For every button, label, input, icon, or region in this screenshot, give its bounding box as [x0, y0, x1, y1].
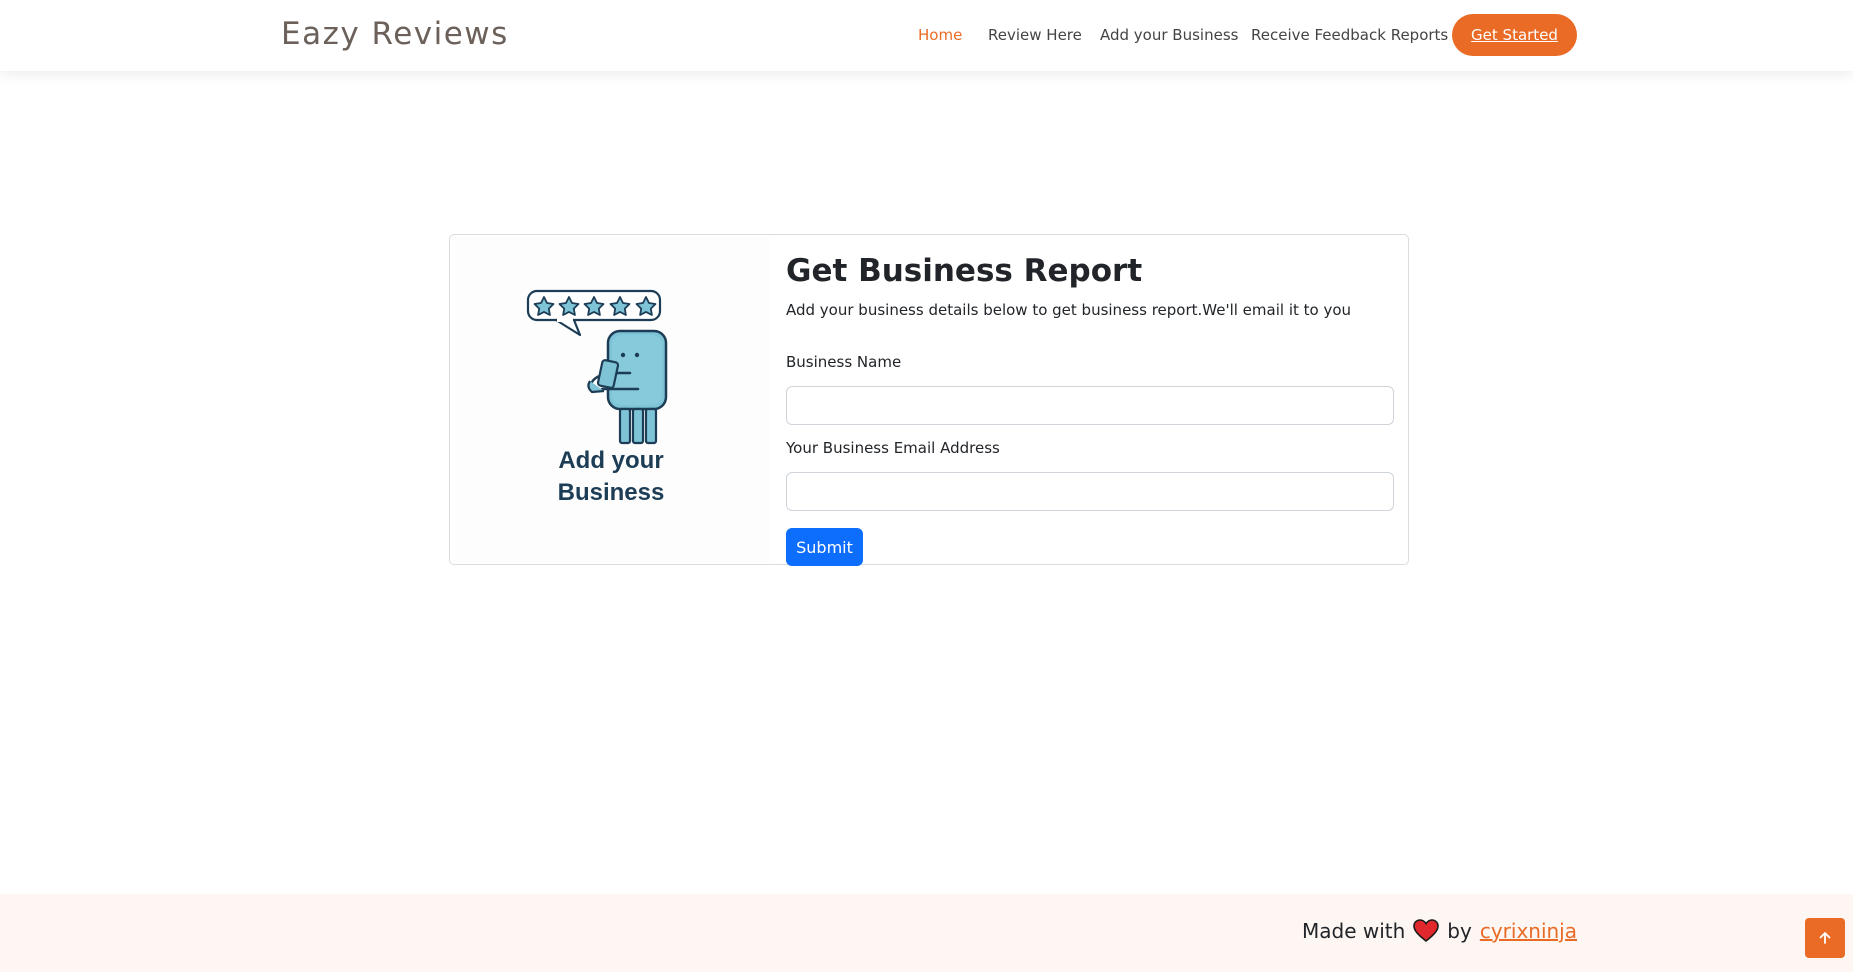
footer-credit: Made with by cyrixninja	[1302, 919, 1577, 943]
illustration-text-line-2: Business	[557, 479, 665, 506]
illustration-text-line-1: Add your	[558, 447, 664, 474]
heart-icon	[1413, 919, 1440, 943]
site-header: Eazy Reviews Home Review Here Add your B…	[0, 0, 1853, 71]
brand-logo[interactable]: Eazy Reviews	[281, 16, 509, 52]
report-form: Get Business Report Add your business de…	[786, 251, 1396, 566]
nav-feedback-reports[interactable]: Receive Feedback Reports	[1251, 26, 1448, 44]
back-to-top-button[interactable]	[1805, 918, 1845, 958]
form-description: Add your business details below to get b…	[786, 301, 1352, 319]
site-footer: Made with by cyrixninja	[0, 894, 1853, 972]
by-text: by	[1447, 919, 1472, 943]
business-email-input[interactable]	[786, 472, 1394, 511]
form-title: Get Business Report	[786, 253, 1143, 289]
arrow-up-icon	[1819, 932, 1831, 944]
nav-add-business[interactable]: Add your Business	[1100, 26, 1238, 44]
add-business-illustration: Add your Business	[452, 237, 770, 562]
business-name-label: Business Name	[786, 353, 902, 371]
nav-home[interactable]: Home	[918, 26, 962, 44]
nav-review-here[interactable]: Review Here	[988, 26, 1082, 44]
business-name-input[interactable]	[786, 386, 1394, 425]
business-email-label: Your Business Email Address	[786, 439, 1000, 457]
author-link[interactable]: cyrixninja	[1480, 919, 1577, 943]
made-with-text: Made with	[1301, 919, 1406, 943]
get-started-button[interactable]: Get Started	[1452, 14, 1577, 56]
submit-button[interactable]: Submit	[786, 528, 863, 566]
business-report-card: Add your Business Get Business Report Ad…	[449, 234, 1409, 566]
